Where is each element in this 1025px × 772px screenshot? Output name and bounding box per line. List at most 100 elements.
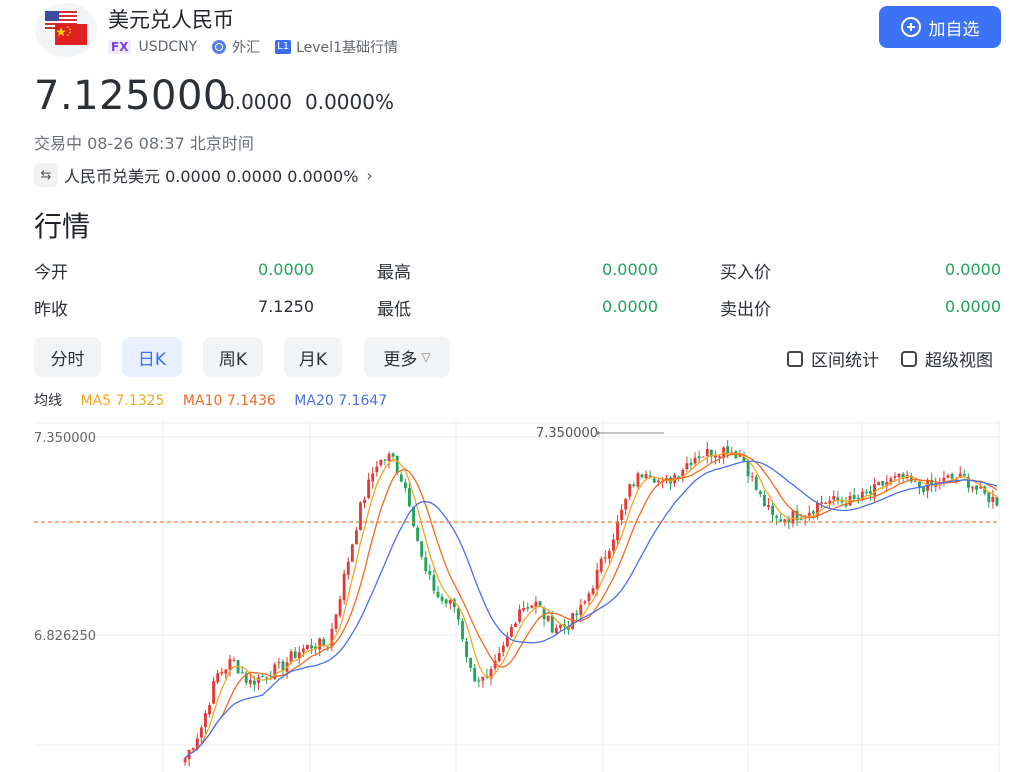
candle-body: [587, 593, 591, 601]
tab-monthly-k[interactable]: 月K: [284, 337, 342, 377]
candle-body: [444, 599, 448, 604]
high-marker-label: 7.350000: [536, 426, 598, 441]
candle-body: [599, 558, 603, 572]
add-watchlist-button[interactable]: 加自选: [879, 6, 1001, 48]
y-tick-top: 7.350000: [34, 431, 96, 446]
candle-body: [718, 456, 721, 458]
inverse-pair-link[interactable]: ⇆ 人民币兑美元 0.0000 0.0000 0.0000% ›: [34, 163, 373, 187]
candle-body: [640, 474, 644, 478]
candlestick-chart[interactable]: 7.350000 6.826250 7.350000: [0, 420, 1025, 772]
stat-value-low: 0.0000: [602, 297, 658, 316]
candle-body: [689, 462, 693, 466]
super-view-label: 超级视图: [925, 351, 993, 371]
candle-body: [501, 645, 505, 652]
candle-body: [461, 621, 464, 640]
ma20-line: [184, 460, 998, 759]
candle-body: [897, 473, 901, 478]
candle-body: [428, 570, 432, 575]
trading-status: 交易中 08-26 08:37 北京时间: [34, 134, 254, 153]
ma5-line: [184, 452, 998, 759]
candle-body: [420, 541, 424, 557]
candle-body: [530, 605, 534, 608]
candle-body: [436, 591, 440, 598]
chevron-down-icon: ▽: [421, 350, 431, 364]
add-watchlist-label: 加自选: [928, 19, 980, 40]
candle-body: [991, 496, 995, 502]
category-label: 外汇: [232, 40, 261, 56]
candle-body: [220, 671, 224, 674]
candle-body: [342, 573, 346, 601]
fx-badge: FX: [108, 40, 132, 54]
candle-body: [424, 557, 428, 572]
candle-body: [265, 677, 269, 679]
candle-body: [877, 482, 881, 486]
candle-body: [240, 672, 244, 674]
stat-label-open: 今开: [34, 263, 68, 283]
candle-body: [701, 456, 705, 458]
candle-body: [191, 747, 195, 750]
super-view-button[interactable]: 超级视图: [901, 346, 993, 371]
interval-stats-button[interactable]: 区间统计: [787, 346, 879, 371]
high-marker-dot: [596, 431, 600, 435]
candle-body: [252, 680, 256, 685]
candle-body: [306, 645, 309, 649]
plus-circle-icon: [900, 17, 921, 37]
candle-body: [338, 599, 342, 616]
candle-body: [738, 455, 742, 457]
candle-body: [771, 505, 774, 515]
candle-body: [558, 624, 562, 628]
candle-body: [518, 609, 522, 622]
candle-body: [199, 727, 203, 738]
candle-body: [852, 494, 856, 499]
candle-body: [922, 487, 925, 492]
candle-body: [395, 455, 399, 474]
candle-body: [971, 487, 974, 489]
candle-body: [440, 596, 444, 601]
interval-stats-label: 区间统计: [811, 351, 879, 371]
candle-body: [705, 449, 709, 457]
candle-body: [481, 676, 485, 681]
chart-grid: [34, 420, 1000, 772]
tab-intraday[interactable]: 分时: [34, 337, 101, 377]
candle-body: [612, 539, 615, 551]
candle-body: [607, 550, 611, 559]
price-change: 0.0000: [222, 90, 292, 114]
candle-body: [379, 459, 383, 466]
candle-body: [754, 476, 758, 490]
candle-body: [224, 669, 228, 674]
candle-body: [918, 481, 921, 487]
candle-body: [603, 557, 607, 559]
candle-body: [962, 473, 966, 476]
candle-body: [469, 657, 473, 668]
candle-body: [448, 600, 452, 604]
candle-body: [758, 491, 762, 495]
candle-body: [746, 461, 750, 477]
candle-body: [881, 481, 885, 486]
candle-body: [636, 473, 640, 487]
tab-weekly-k[interactable]: 周K: [203, 337, 263, 377]
candle-body: [473, 668, 477, 682]
tab-daily-k[interactable]: 日K: [122, 337, 182, 377]
candle-body: [248, 679, 252, 684]
candle-body: [387, 453, 391, 462]
candle-body: [183, 758, 187, 763]
ma-legend: 均线 MA5 7.1325 MA10 7.1436 MA20 7.1647: [34, 390, 401, 410]
ma10-line: [184, 453, 998, 759]
candle-body: [383, 459, 387, 461]
candle-body: [408, 488, 411, 507]
candle-body: [811, 511, 815, 514]
candle-body: [677, 476, 681, 478]
candle-body: [228, 659, 232, 670]
symbol-tags: FX USDCNY 外汇 L1 Level1基础行情: [108, 37, 398, 57]
currency-flag-avatar: [35, 3, 97, 57]
ma10-value: MA10 7.1436: [182, 393, 276, 409]
candle-body: [832, 495, 836, 500]
candle-body: [591, 588, 595, 595]
candle-body: [277, 662, 281, 664]
candle-body: [550, 615, 554, 633]
candle-body: [775, 515, 779, 518]
candle-body: [697, 456, 701, 459]
ma20-value: MA20 7.1647: [294, 393, 388, 409]
tab-more[interactable]: 更多 ▽: [364, 337, 450, 377]
stat-label-prev-close: 昨收: [34, 300, 68, 320]
